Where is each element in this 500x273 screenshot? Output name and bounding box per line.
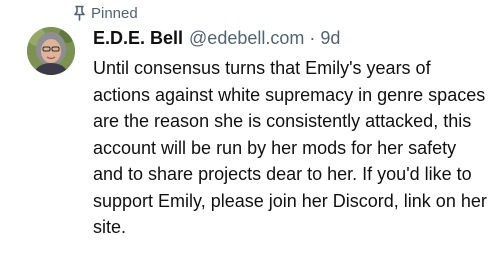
- author-handle[interactable]: @edebell.com: [189, 26, 304, 50]
- pinned-label: Pinned: [91, 4, 138, 22]
- post-header: E.D.E. Bell @edebell.com · 9d: [93, 26, 493, 50]
- post-text: Until consensus turns that Emily's years…: [93, 58, 487, 237]
- post-card[interactable]: Pinned E.D.E. Bell @edebell.com · 9d Unt…: [0, 0, 500, 273]
- post-timestamp[interactable]: 9d: [320, 26, 340, 50]
- pin-icon: [73, 5, 86, 21]
- pinned-indicator: Pinned: [73, 3, 138, 23]
- author-name[interactable]: E.D.E. Bell: [93, 26, 183, 50]
- meta-separator: ·: [309, 28, 316, 48]
- avatar[interactable]: [27, 27, 75, 75]
